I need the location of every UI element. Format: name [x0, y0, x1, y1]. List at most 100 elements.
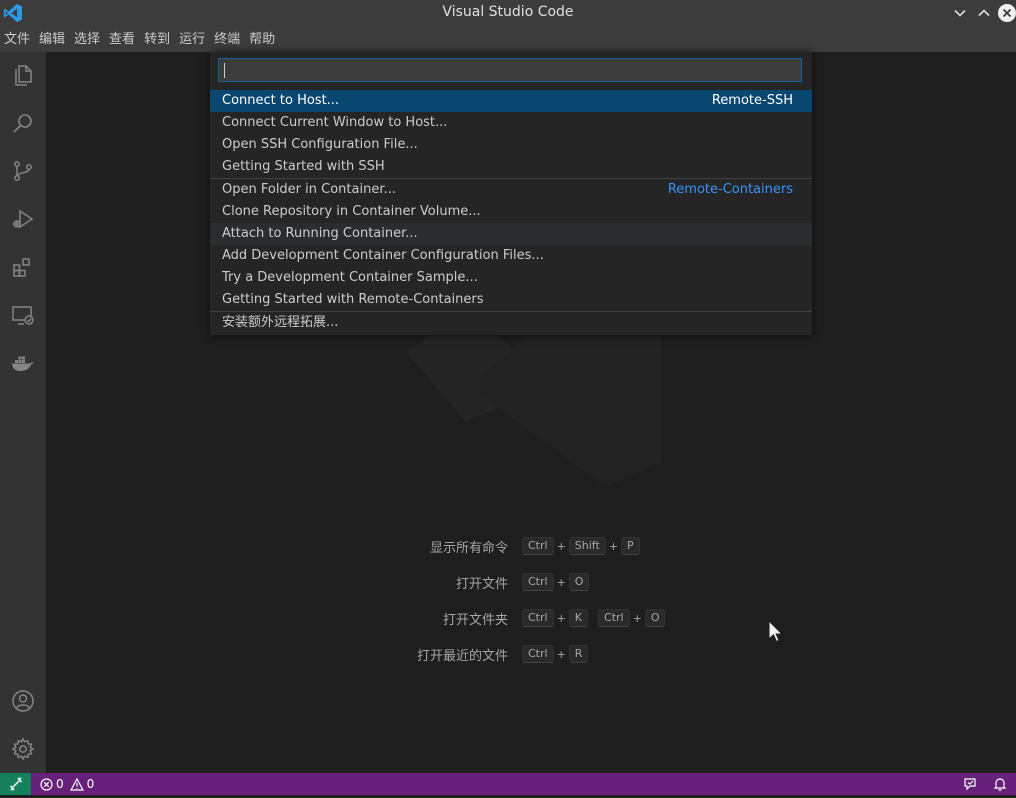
key-cap: Ctrl	[598, 609, 630, 627]
status-bar: 0 0	[0, 773, 1016, 795]
error-count: 0	[56, 777, 64, 791]
quick-pick-item-getting-started-containers[interactable]: Getting Started with Remote-Containers	[210, 289, 812, 311]
warning-count: 0	[86, 777, 95, 791]
chevron-up-icon	[978, 9, 990, 17]
quick-pick-item-connect-current-window[interactable]: Connect Current Window to Host...	[210, 112, 812, 134]
error-icon	[40, 777, 53, 791]
activity-explorer[interactable]	[0, 52, 46, 98]
key-cap: R	[568, 645, 589, 663]
docker-icon	[12, 356, 34, 371]
minimize-button[interactable]	[949, 2, 971, 24]
key-cap: Ctrl	[522, 645, 554, 663]
key-cap: K	[568, 609, 589, 627]
activity-remote-explorer[interactable]	[0, 292, 46, 338]
search-icon	[13, 114, 32, 133]
chevron-down-icon	[954, 9, 966, 17]
quick-pick-item-open-folder-in-container[interactable]: Open Folder in Container... Remote-Conta…	[210, 179, 812, 201]
shortcut-keys: Ctrl + K Ctrl + O	[522, 609, 666, 627]
quick-pick-item-label: Try a Development Container Sample...	[222, 270, 478, 285]
menu-bar: 文件 编辑 选择 查看 转到 运行 终端 帮助	[0, 27, 1016, 52]
quick-pick: Connect to Host... Remote-SSH Connect Cu…	[210, 52, 812, 335]
quick-pick-item-label: Open Folder in Container...	[222, 182, 396, 197]
remote-icon	[9, 777, 22, 791]
menu-terminal[interactable]: 终端	[210, 27, 245, 52]
activity-accounts[interactable]	[0, 678, 46, 724]
shortcut-keys: Ctrl + Shift + P	[522, 537, 640, 555]
key-plus: +	[632, 611, 642, 625]
quick-pick-group-label: Remote-Containers	[667, 182, 793, 197]
activity-search[interactable]	[0, 100, 46, 146]
close-button[interactable]	[996, 2, 1016, 24]
quick-pick-item-connect-to-host[interactable]: Connect to Host... Remote-SSH	[210, 90, 812, 112]
quick-pick-input[interactable]	[218, 58, 802, 82]
quick-pick-item-label: Connect to Host...	[222, 93, 340, 108]
shortcut-label: 打开最近的文件	[416, 648, 508, 664]
quick-pick-item-try-dev-container-sample[interactable]: Try a Development Container Sample...	[210, 267, 812, 289]
activity-bar	[0, 52, 46, 773]
quick-pick-item-label: Clone Repository in Container Volume...	[222, 204, 481, 219]
mouse-pointer-icon	[768, 620, 784, 643]
quick-pick-item-label: Getting Started with SSH	[222, 159, 385, 174]
text-cursor	[224, 63, 225, 78]
menu-file[interactable]: 文件	[0, 27, 35, 52]
menu-edit[interactable]: 编辑	[35, 27, 70, 52]
feedback-button[interactable]	[962, 773, 978, 795]
close-icon	[998, 4, 1016, 22]
key-plus: +	[608, 539, 619, 553]
bell-icon	[993, 778, 1007, 791]
menu-selection[interactable]: 选择	[70, 27, 105, 52]
shortcut-label: 打开文件夹	[442, 612, 508, 628]
activity-manage[interactable]	[0, 726, 46, 772]
quick-pick-item-open-ssh-config[interactable]: Open SSH Configuration File...	[210, 134, 812, 156]
shortcut-label: 显示所有命令	[429, 540, 508, 556]
shortcut-keys: Ctrl + O	[522, 573, 590, 591]
files-icon	[15, 65, 32, 86]
window-title: Visual Studio Code	[442, 4, 574, 20]
run-debug-icon	[13, 209, 34, 229]
quick-pick-item-label: Getting Started with Remote-Containers	[222, 292, 484, 307]
key-cap: O	[568, 573, 590, 591]
accounts-icon	[12, 690, 34, 712]
key-plus: +	[556, 539, 566, 553]
menu-run[interactable]: 运行	[175, 27, 210, 52]
quick-pick-item-label: Attach to Running Container...	[222, 226, 418, 241]
source-control-icon	[14, 161, 32, 181]
shortcut-row: 打开最近的文件 Ctrl + R	[46, 643, 1016, 665]
activity-run-debug[interactable]	[0, 196, 46, 242]
gear-icon	[11, 737, 35, 761]
activity-docker[interactable]	[0, 340, 46, 386]
key-cap: O	[644, 609, 666, 627]
extensions-icon	[13, 258, 30, 277]
notifications-button[interactable]	[992, 773, 1008, 795]
menu-help[interactable]: 帮助	[245, 27, 280, 52]
menu-go[interactable]: 转到	[140, 27, 175, 52]
quick-pick-item-install-remote-extensions[interactable]: 安装额外远程拓展...	[210, 312, 812, 334]
quick-pick-item-clone-repository[interactable]: Clone Repository in Container Volume...	[210, 201, 812, 223]
remote-explorer-icon	[12, 306, 34, 325]
remote-indicator[interactable]	[0, 773, 31, 795]
quick-pick-item-label: Open SSH Configuration File...	[222, 137, 418, 152]
key-cap: Ctrl	[522, 573, 554, 591]
menu-view[interactable]: 查看	[105, 27, 140, 52]
key-plus: +	[556, 611, 566, 625]
warning-icon	[69, 777, 84, 791]
shortcut-row: 显示所有命令 Ctrl + Shift + P	[46, 535, 1016, 557]
key-cap: Shift	[568, 537, 606, 555]
key-cap: Ctrl	[522, 537, 554, 555]
quick-pick-item-getting-started-ssh[interactable]: Getting Started with SSH	[210, 156, 812, 178]
quick-pick-item-add-dev-container-config[interactable]: Add Development Container Configuration …	[210, 245, 812, 267]
key-plus: +	[556, 647, 566, 661]
problems-indicator[interactable]: 0 0	[40, 773, 94, 795]
maximize-button[interactable]	[973, 2, 995, 24]
quick-pick-item-label: 安装额外远程拓展...	[222, 315, 339, 330]
shortcut-row: 打开文件夹 Ctrl + K Ctrl + O	[46, 607, 1016, 629]
title-bar: Visual Studio Code	[0, 0, 1016, 27]
activity-extensions[interactable]	[0, 244, 46, 290]
activity-source-control[interactable]	[0, 148, 46, 194]
shortcut-label: 打开文件	[455, 576, 508, 592]
quick-pick-item-attach-container[interactable]: Attach to Running Container...	[210, 223, 812, 245]
quick-pick-group-label: Remote-SSH	[711, 93, 793, 108]
quick-pick-item-label: Add Development Container Configuration …	[222, 248, 544, 263]
shortcut-row: 打开文件 Ctrl + O	[46, 571, 1016, 593]
shortcut-keys: Ctrl + R	[522, 645, 589, 663]
